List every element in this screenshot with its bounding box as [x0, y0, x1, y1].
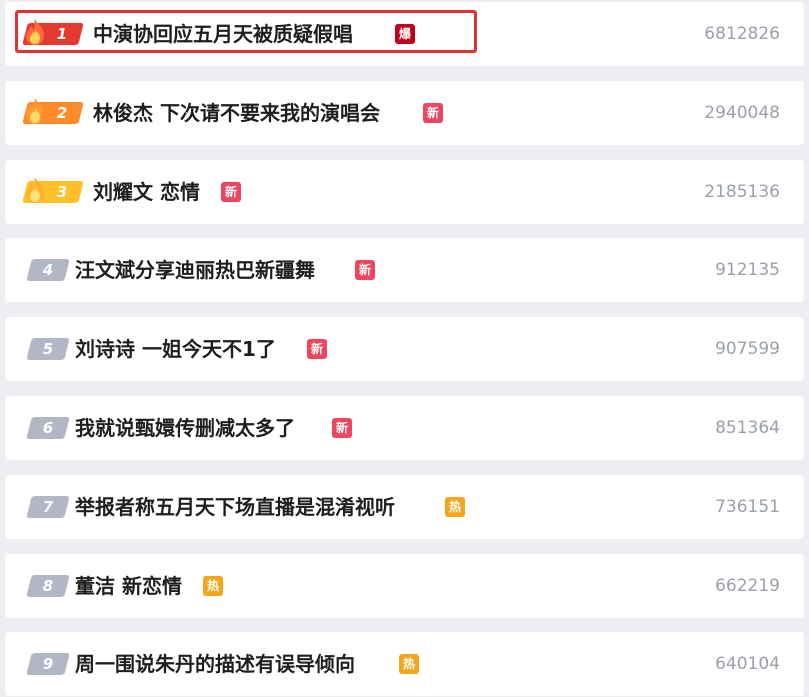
- rank-number: 5: [42, 340, 54, 358]
- heat-count: 907599: [715, 339, 780, 359]
- heat-count: 6812826: [704, 24, 780, 44]
- rank-number: 9: [42, 655, 54, 673]
- rank-number: 8: [42, 577, 54, 595]
- item-title[interactable]: 刘诗诗 一姐今天不1了: [75, 335, 276, 363]
- rank-number: 6: [42, 419, 54, 437]
- list-item[interactable]: 6 我就说甄嬛传删减太多了 新 851364: [5, 396, 804, 460]
- rank-number: 3: [56, 183, 68, 201]
- item-title[interactable]: 董洁 新恋情: [75, 572, 182, 600]
- list-item[interactable]: 7 举报者称五月天下场直播是混淆视听 热 736151: [5, 475, 804, 539]
- heat-count: 662219: [715, 576, 780, 596]
- tag-badge: 爆: [395, 24, 415, 44]
- item-title[interactable]: 周一围说朱丹的描述有误导倾向: [75, 650, 355, 678]
- list-item[interactable]: 3 刘耀文 恋情 新 2185136: [5, 160, 804, 224]
- rank-number: 7: [42, 498, 54, 516]
- flame-icon: [26, 177, 44, 203]
- rank-badge: 1: [22, 19, 84, 45]
- tag-badge: 热: [203, 576, 223, 596]
- heat-count: 640104: [715, 654, 780, 674]
- tag-badge: 热: [445, 497, 465, 517]
- list-item[interactable]: 8 董洁 新恋情 热 662219: [5, 554, 804, 618]
- tag-badge: 新: [355, 260, 375, 280]
- rank-badge: 5: [26, 338, 70, 360]
- hot-search-list: 1 中演协回应五月天被质疑假唱 爆 6812826 2 林俊杰 下次请不要来我的…: [0, 0, 809, 697]
- item-title[interactable]: 举报者称五月天下场直播是混淆视听: [75, 493, 395, 521]
- heat-count: 851364: [715, 418, 780, 438]
- rank-number: 2: [56, 104, 68, 122]
- item-title[interactable]: 我就说甄嬛传删减太多了: [75, 414, 295, 442]
- item-title[interactable]: 刘耀文 恋情: [93, 178, 200, 206]
- item-title[interactable]: 汪文斌分享迪丽热巴新疆舞: [75, 256, 315, 284]
- item-title[interactable]: 中演协回应五月天被质疑假唱: [93, 20, 353, 48]
- heat-count: 2940048: [704, 103, 780, 123]
- list-item[interactable]: 1 中演协回应五月天被质疑假唱 爆 6812826: [5, 2, 804, 66]
- item-title[interactable]: 林俊杰 下次请不要来我的演唱会: [93, 99, 380, 127]
- flame-icon: [26, 98, 44, 124]
- tag-badge: 新: [221, 182, 241, 202]
- flame-icon: [26, 19, 44, 45]
- rank-badge: 3: [22, 177, 84, 203]
- rank-badge: 2: [22, 98, 84, 124]
- tag-badge: 新: [423, 103, 443, 123]
- tag-badge: 新: [332, 418, 352, 438]
- heat-count: 912135: [715, 260, 780, 280]
- rank-badge: 8: [26, 575, 70, 597]
- rank-badge: 7: [26, 496, 70, 518]
- heat-count: 736151: [715, 497, 780, 517]
- rank-badge: 9: [26, 653, 70, 675]
- heat-count: 2185136: [704, 182, 780, 202]
- rank-number: 4: [42, 261, 54, 279]
- tag-badge: 新: [307, 339, 327, 359]
- tag-badge: 热: [399, 654, 419, 674]
- list-item[interactable]: 2 林俊杰 下次请不要来我的演唱会 新 2940048: [5, 81, 804, 145]
- rank-badge: 4: [26, 259, 70, 281]
- list-item[interactable]: 4 汪文斌分享迪丽热巴新疆舞 新 912135: [5, 238, 804, 302]
- rank-number: 1: [56, 25, 68, 43]
- list-item[interactable]: 9 周一围说朱丹的描述有误导倾向 热 640104: [5, 632, 804, 696]
- list-item[interactable]: 5 刘诗诗 一姐今天不1了 新 907599: [5, 317, 804, 381]
- rank-badge: 6: [26, 417, 70, 439]
